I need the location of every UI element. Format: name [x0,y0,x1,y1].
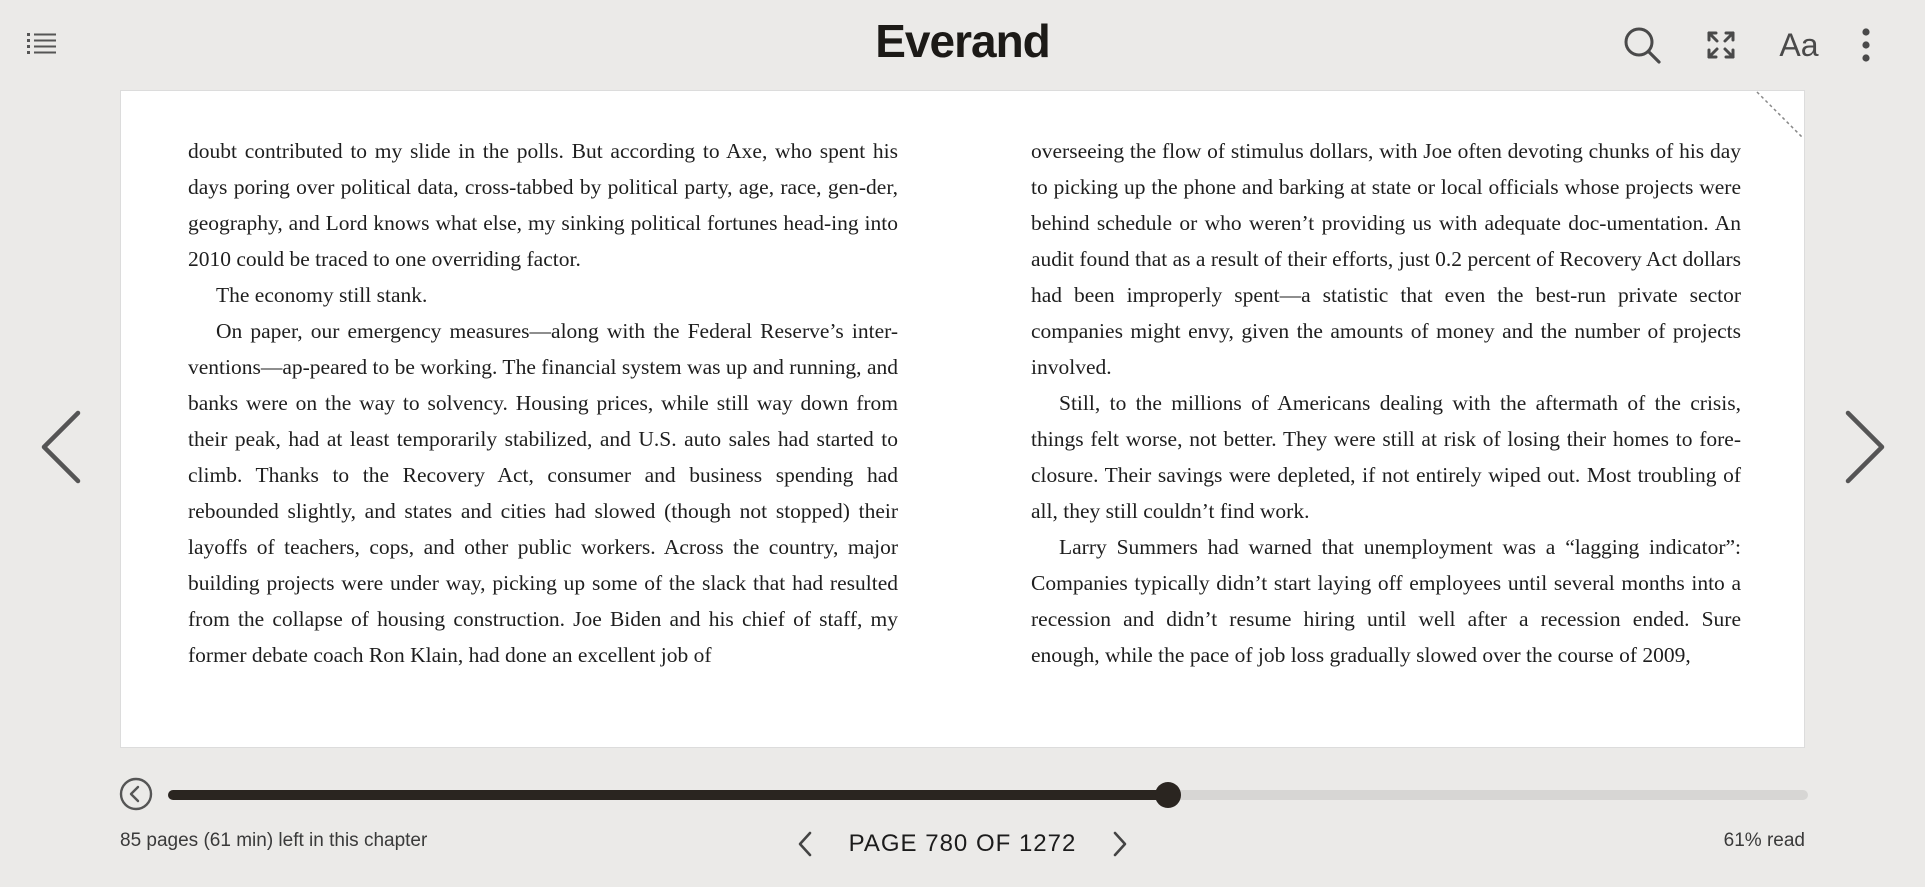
table-of-contents-button[interactable] [24,28,60,60]
font-settings-button[interactable]: Aa [1775,22,1823,68]
previous-page-arrow[interactable] [30,405,90,489]
more-vertical-icon [1862,28,1870,62]
paragraph: overseeing the flow of stimulus dollars,… [1031,139,1741,379]
paragraph: Larry Summers had warned that unemployme… [1031,535,1741,667]
fullscreen-icon [1707,31,1735,59]
more-options-button[interactable] [1842,22,1890,68]
book-page[interactable]: doubt contributed to my slide in the pol… [120,90,1805,748]
list-icon [27,33,56,54]
next-page-arrow[interactable] [1836,405,1896,489]
everand-logo: Everand [875,15,1051,67]
reading-progress-slider[interactable] [168,782,1808,808]
paragraph: Still, to the millions of Americans deal… [1031,391,1741,523]
chapter-remaining-text: 85 pages (61 min) left in this chapter [120,830,428,851]
right-text-column: overseeing the flow of stimulus dollars,… [1031,133,1741,673]
chevron-right-icon [1113,831,1127,857]
search-icon [1624,27,1661,64]
page-navigation: PAGE 780 OF 1272 [790,820,1135,868]
paragraph: On paper, our emergency measures—along w… [188,319,898,667]
chevron-right-icon [1845,410,1885,484]
progress-thumb[interactable] [1155,782,1182,808]
chevron-left-icon [41,410,81,484]
fullscreen-button[interactable] [1697,22,1745,68]
progress-fill [168,790,1169,800]
paragraph: doubt contributed to my slide in the pol… [188,139,898,271]
read-percentage: 61% read [1723,830,1805,851]
search-button[interactable] [1618,22,1666,68]
back-to-position-button[interactable] [119,777,153,811]
paragraph: The economy still stank. [216,283,428,307]
chevron-left-icon [798,831,812,857]
bookmark-corner-icon[interactable] [1756,91,1804,139]
next-page-button[interactable] [1105,824,1135,864]
left-text-column: doubt contributed to my slide in the pol… [188,133,898,673]
prev-page-button[interactable] [790,824,820,864]
reader-header: Everand Aa [0,0,1925,90]
page-indicator: PAGE 780 OF 1272 [848,830,1077,857]
font-settings-icon: Aa [1779,26,1819,63]
